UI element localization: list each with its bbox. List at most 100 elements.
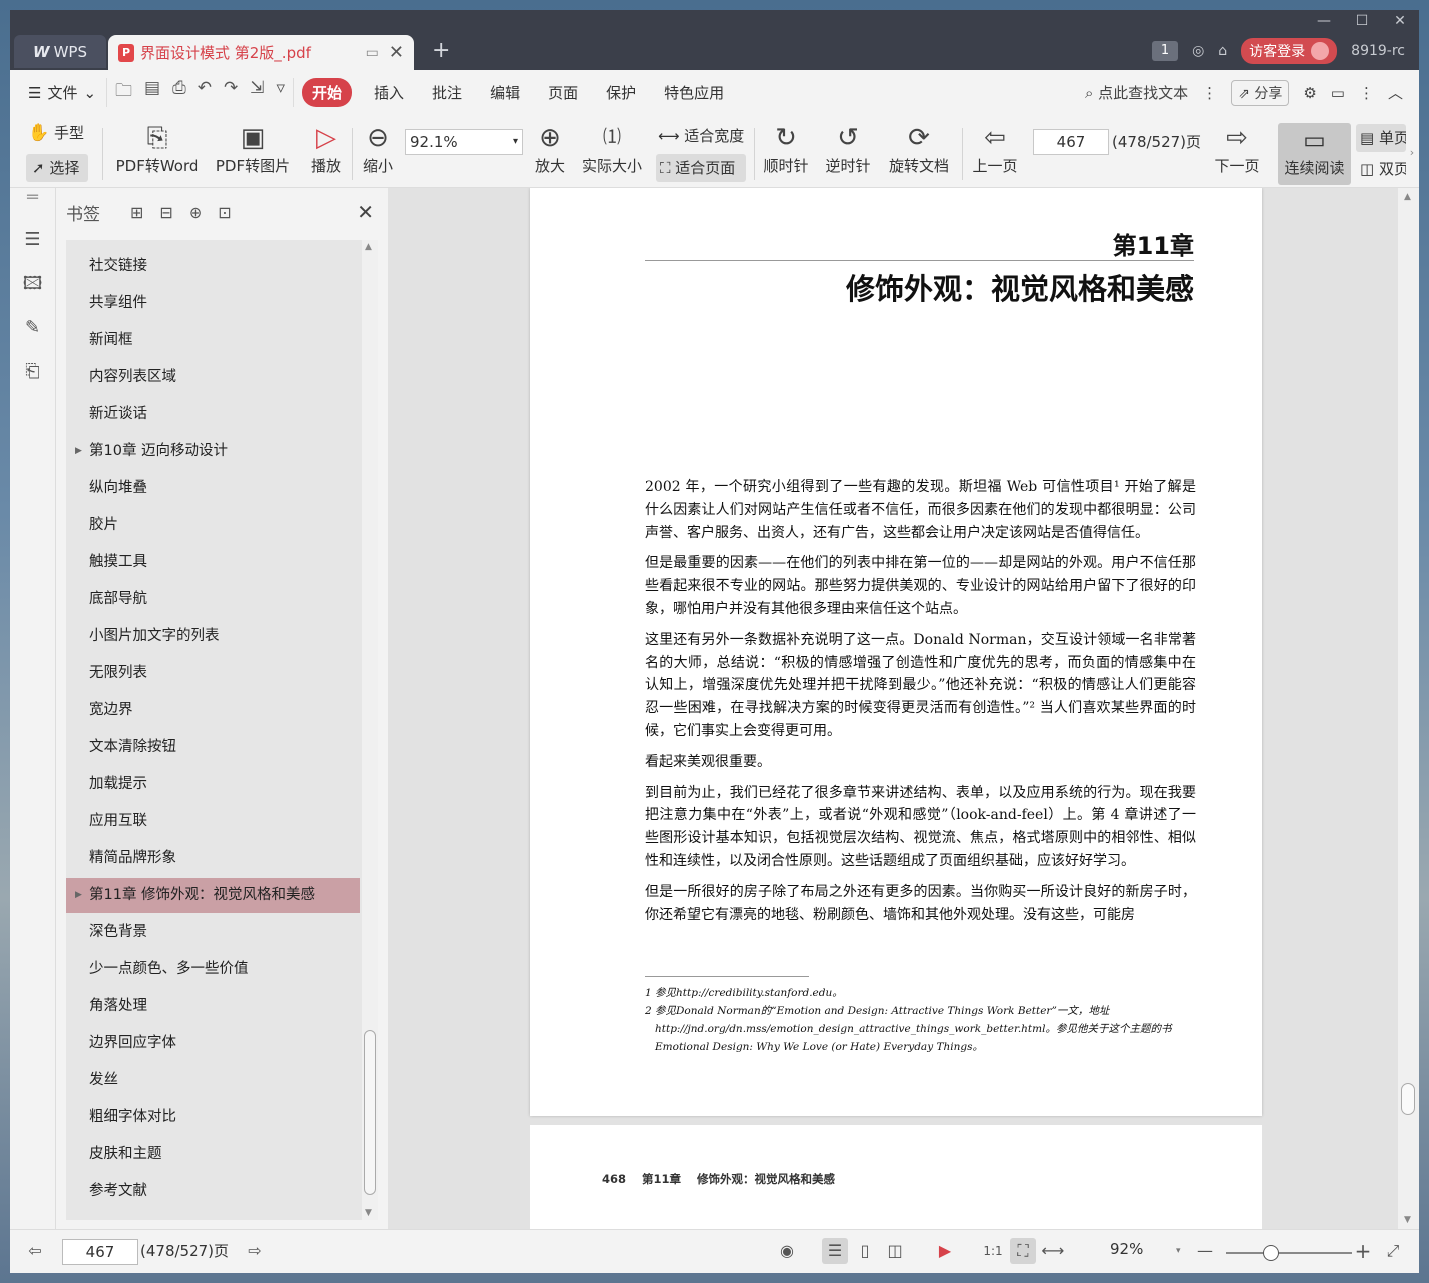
actual-size-icon[interactable]: 1:1 bbox=[980, 1238, 1006, 1264]
more-vert-icon[interactable]: ⋮ bbox=[1202, 84, 1217, 102]
window-count-badge[interactable]: 1 bbox=[1152, 41, 1179, 61]
bookmark-item[interactable]: 文本清除按钮 bbox=[66, 730, 360, 765]
bookmark-item[interactable]: 共享组件 bbox=[66, 286, 360, 321]
status-next-page-icon[interactable]: ⇨ bbox=[242, 1238, 268, 1264]
bookmark-scrollbar[interactable]: ▲ ▼ bbox=[362, 240, 378, 1220]
bookmark-item[interactable]: 精简品牌形象 bbox=[66, 841, 360, 876]
tab-insert[interactable]: 插入 bbox=[360, 82, 418, 103]
close-tab-icon[interactable]: ✕ bbox=[389, 42, 404, 63]
bookmark-item[interactable]: ▶ 第11章 修饰外观：视觉风格和美感 bbox=[66, 878, 360, 913]
rotate-document-button[interactable]: ⟳ 旋转文档 bbox=[886, 121, 952, 176]
more-dropdown-icon[interactable]: ▿ bbox=[276, 78, 285, 107]
rotate-clockwise-button[interactable]: ↻ 顺时针 bbox=[760, 121, 812, 176]
pin-tab-icon[interactable]: ▭ bbox=[366, 45, 379, 61]
bookmark-item[interactable]: 少一点颜色、多一些价值 bbox=[66, 952, 360, 987]
scroll-down-icon[interactable]: ▼ bbox=[365, 1208, 372, 1218]
save-icon[interactable]: ▤ bbox=[144, 78, 160, 107]
settings-gear-icon[interactable]: ⚙ bbox=[1303, 84, 1316, 102]
zoom-dropdown-icon[interactable]: ▾ bbox=[1176, 1246, 1181, 1256]
bookmark-item[interactable]: 宽边界 bbox=[66, 693, 360, 728]
zoom-out-button[interactable]: ⊖ 缩小 bbox=[360, 121, 396, 176]
tab-annotate[interactable]: 批注 bbox=[418, 82, 476, 103]
tab-edit[interactable]: 编辑 bbox=[476, 82, 534, 103]
bookmark-item[interactable]: 触摸工具 bbox=[66, 545, 360, 580]
new-tab-icon[interactable]: + bbox=[432, 38, 450, 63]
bookmark-item[interactable]: 无限列表 bbox=[66, 656, 360, 691]
single-page-button[interactable]: ▤ 单页 bbox=[1356, 124, 1406, 152]
expand-all-icon[interactable]: ⊞ bbox=[130, 203, 143, 222]
pdf-to-image-button[interactable]: ▣ PDF转图片 bbox=[213, 121, 293, 176]
maximize-icon[interactable]: ☐ bbox=[1343, 10, 1381, 34]
share-button[interactable]: ⇗ 分享 bbox=[1231, 79, 1290, 106]
export-icon[interactable]: ⇲ bbox=[250, 78, 264, 107]
continuous-view-icon[interactable]: ☰ bbox=[822, 1238, 848, 1264]
bookmark-item[interactable]: 参考文献 bbox=[66, 1174, 360, 1209]
tab-protect[interactable]: 保护 bbox=[592, 82, 650, 103]
play-slideshow-icon[interactable]: ▶ bbox=[932, 1238, 958, 1264]
minimize-icon[interactable]: — bbox=[1305, 10, 1343, 34]
fit-width-button[interactable]: ⟷ 适合宽度 bbox=[658, 125, 748, 146]
collapse-all-icon[interactable]: ⊟ bbox=[159, 203, 172, 222]
undo-icon[interactable]: ↶ bbox=[198, 78, 212, 107]
scroll-up-icon[interactable]: ▲ bbox=[1404, 192, 1411, 202]
wps-home-tab[interactable]: W WPS bbox=[14, 35, 106, 68]
thumbnail-panel-icon[interactable]: 🖾 bbox=[10, 262, 55, 306]
document-scroll-thumb[interactable] bbox=[1401, 1083, 1415, 1115]
guest-login-button[interactable]: 访客登录 bbox=[1241, 38, 1338, 64]
open-folder-icon[interactable]: 🗀 bbox=[115, 78, 132, 107]
fit-page-icon[interactable]: ⛶ bbox=[1010, 1238, 1036, 1264]
bookmark-item[interactable]: 边界回应字体 bbox=[66, 1026, 360, 1061]
rotate-counterclockwise-button[interactable]: ↺ 逆时针 bbox=[822, 121, 874, 176]
search-text-button[interactable]: ⌕ 点此查找文本 bbox=[1085, 82, 1188, 103]
expand-arrow-icon[interactable]: ▶ bbox=[75, 878, 82, 913]
fullscreen-icon[interactable]: ⤢ bbox=[1380, 1238, 1406, 1264]
bookmark-scroll-thumb[interactable] bbox=[364, 1030, 376, 1195]
zoom-select[interactable]: 92.1% ▾ bbox=[405, 129, 523, 155]
play-button[interactable]: ▷ 播放 bbox=[306, 121, 346, 176]
document-viewer[interactable]: 第11章 修饰外观：视觉风格和美感 2002 年，一个研究小组得到了一些有趣的发… bbox=[388, 188, 1398, 1229]
double-page-button[interactable]: ◫ 双页 bbox=[1356, 156, 1406, 182]
bookmark-item[interactable]: 发丝 bbox=[66, 1063, 360, 1098]
bookmark-item[interactable]: 纵向堆叠 bbox=[66, 471, 360, 506]
zoom-minus-icon[interactable]: — bbox=[1192, 1238, 1218, 1264]
status-prev-page-icon[interactable]: ⇦ bbox=[22, 1238, 48, 1264]
bookmark-item[interactable]: 胶片 bbox=[66, 508, 360, 543]
status-zoom-value[interactable]: 92% bbox=[1110, 1240, 1143, 1258]
bookmark-panel-icon[interactable]: ☰ bbox=[10, 218, 55, 262]
expand-arrow-icon[interactable]: ▶ bbox=[75, 434, 82, 469]
zoom-plus-icon[interactable]: + bbox=[1350, 1238, 1376, 1264]
pdf-to-word-button[interactable]: ⎘ PDF转Word bbox=[112, 121, 202, 176]
print-icon[interactable]: ⎙ bbox=[172, 78, 186, 107]
bookmark-item[interactable]: 加载提示 bbox=[66, 767, 360, 802]
drag-handle-icon[interactable]: ═ bbox=[10, 188, 55, 218]
bookmark-item[interactable]: 内容列表区域 bbox=[66, 360, 360, 395]
file-menu[interactable]: ☰ 文件 ⌄ bbox=[10, 82, 106, 103]
select-tool-button[interactable]: ➚ 选择 bbox=[26, 154, 88, 182]
single-page-view-icon[interactable]: ▯ bbox=[852, 1238, 878, 1264]
bookmark-item[interactable]: ▶ 第10章 迈向移动设计 bbox=[66, 434, 360, 469]
actual-size-button[interactable]: ⑴ 实际大小 bbox=[580, 121, 644, 176]
bookmark-item[interactable]: 小图片加文字的列表 bbox=[66, 619, 360, 654]
document-scrollbar[interactable]: ▲ ▼ bbox=[1398, 188, 1419, 1229]
bookmark-item[interactable]: 新闻框 bbox=[66, 323, 360, 358]
fit-width-icon[interactable]: ⟷ bbox=[1040, 1238, 1066, 1264]
document-tab[interactable]: P 界面设计模式 第2版_.pdf ▭ ✕ bbox=[108, 35, 414, 70]
scroll-down-icon[interactable]: ▼ bbox=[1404, 1215, 1411, 1225]
tab-start[interactable]: 开始 bbox=[302, 78, 353, 107]
page-number-input[interactable]: 467 bbox=[1033, 129, 1109, 155]
bookmark-options-icon[interactable]: ⊡ bbox=[218, 203, 231, 222]
zoom-in-button[interactable]: ⊕ 放大 bbox=[532, 121, 568, 176]
bookmark-item[interactable]: 角落处理 bbox=[66, 989, 360, 1024]
close-window-icon[interactable]: ✕ bbox=[1381, 10, 1419, 34]
next-page-button[interactable]: ⇨ 下一页 bbox=[1210, 121, 1264, 176]
shirt-icon[interactable]: ⌂ bbox=[1218, 43, 1227, 59]
tab-page[interactable]: 页面 bbox=[534, 82, 592, 103]
bookmark-item[interactable]: 底部导航 bbox=[66, 582, 360, 617]
previous-page-button[interactable]: ⇦ 上一页 bbox=[968, 121, 1022, 176]
annotation-panel-icon[interactable]: ✎ bbox=[10, 306, 55, 350]
add-bookmark-icon[interactable]: ⊕ bbox=[189, 203, 202, 222]
more-options-icon[interactable]: ⋮ bbox=[1359, 84, 1374, 102]
fit-page-button[interactable]: ⛶ 适合页面 bbox=[656, 154, 746, 182]
bookmark-item[interactable]: 应用互联 bbox=[66, 804, 360, 839]
double-page-view-icon[interactable]: ◫ bbox=[882, 1238, 908, 1264]
